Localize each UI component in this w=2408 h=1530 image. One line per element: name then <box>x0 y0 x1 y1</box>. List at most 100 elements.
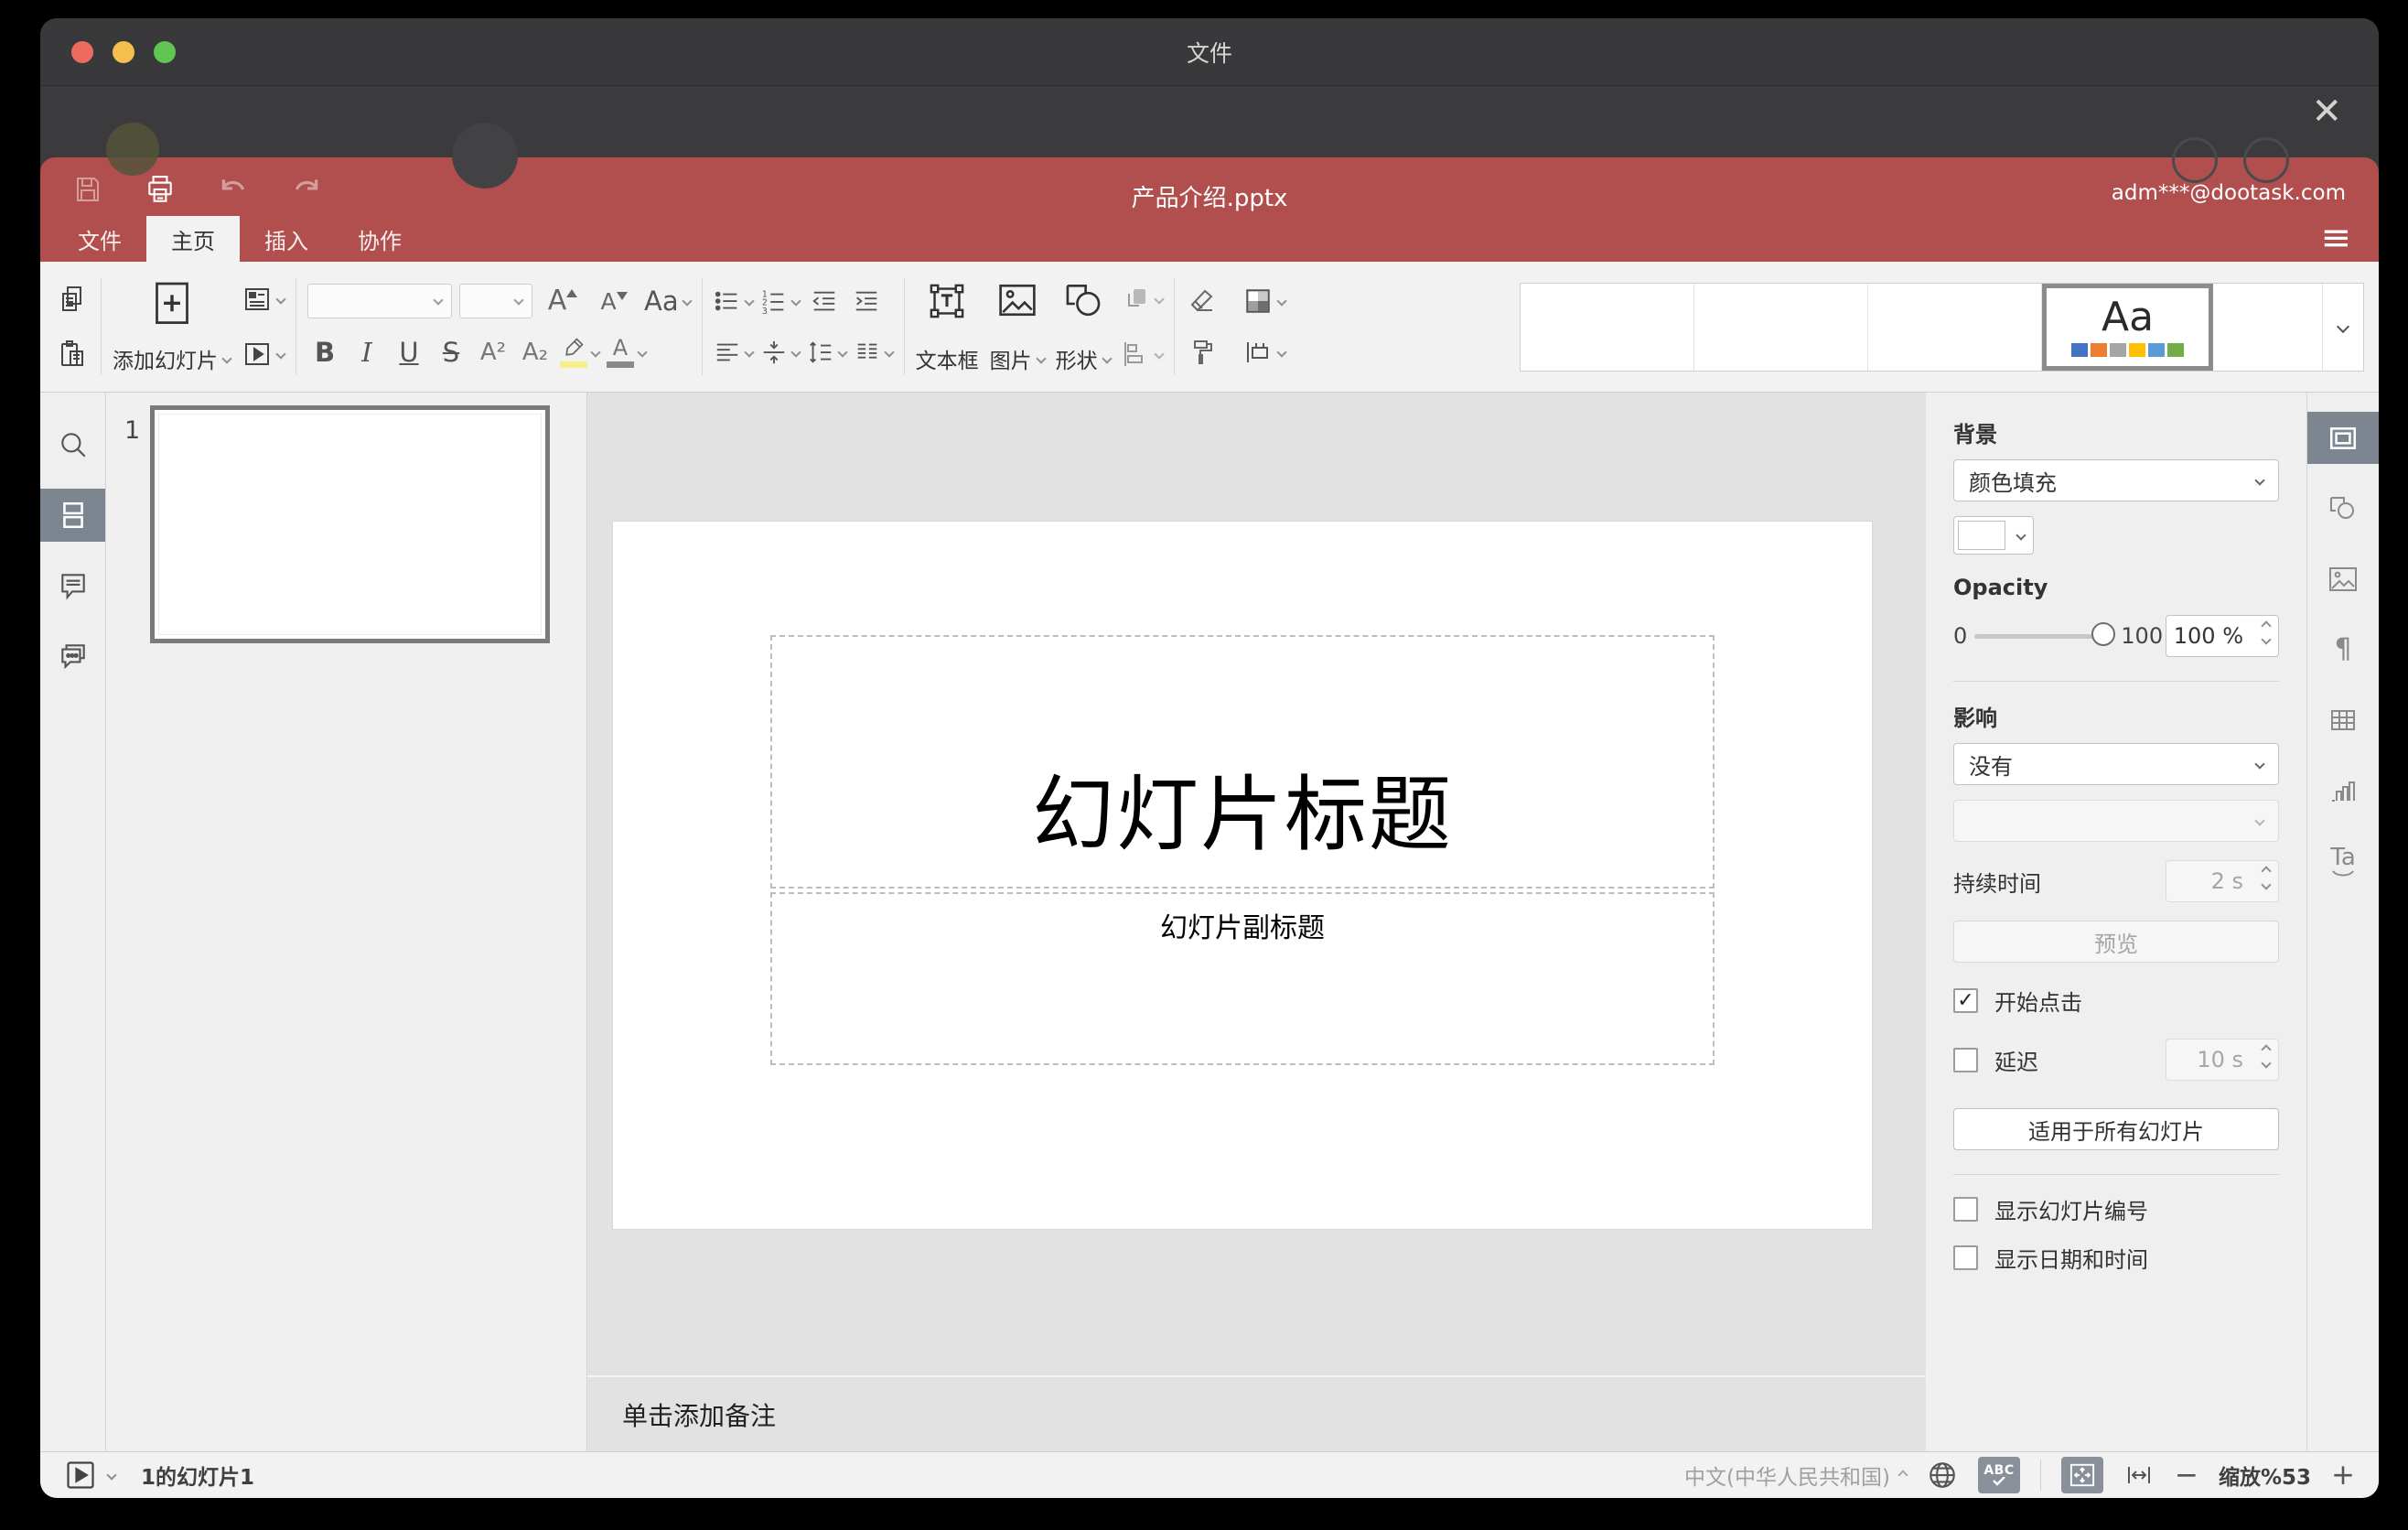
start-slideshow-button[interactable] <box>242 334 286 374</box>
search-button[interactable] <box>40 418 105 471</box>
minimize-window-light[interactable] <box>113 40 134 63</box>
shade-fill-button[interactable] <box>1242 281 1287 321</box>
bold-button[interactable]: B <box>307 332 342 372</box>
vertical-align-button[interactable] <box>760 332 801 372</box>
theme-option[interactable] <box>2213 283 2323 371</box>
increase-indent-button[interactable] <box>849 281 884 321</box>
textart-settings-tab[interactable]: Ta <box>2307 835 2379 887</box>
editor-header: 产品介绍.pptx adm***@dootask.com 文件 主页 插入 协作… <box>40 157 2379 262</box>
bullets-button[interactable] <box>714 281 755 321</box>
close-dialog-button[interactable]: ✕ <box>2311 93 2342 130</box>
highlight-color-button[interactable] <box>560 332 601 372</box>
clear-style-button[interactable] <box>1186 281 1220 321</box>
zoom-in-button[interactable]: + <box>2331 1460 2355 1490</box>
paste-button[interactable] <box>55 334 90 374</box>
slide[interactable]: 幻灯片标题 幻灯片副标题 <box>613 522 1872 1229</box>
background-color-picker[interactable] <box>1953 516 2034 555</box>
slides-panel-button[interactable] <box>40 489 105 542</box>
decrease-indent-button[interactable] <box>807 281 842 321</box>
strikethrough-button[interactable]: S <box>434 332 468 372</box>
zoom-out-button[interactable]: − <box>2175 1460 2198 1490</box>
fit-to-width-button[interactable] <box>2123 1460 2155 1490</box>
opacity-slider-thumb[interactable] <box>2091 621 2116 646</box>
tab-home[interactable]: 主页 <box>146 216 240 262</box>
decrease-font-button[interactable]: A <box>591 281 628 321</box>
fit-to-slide-button[interactable] <box>2060 1457 2103 1493</box>
delay-checkbox[interactable] <box>1953 1047 1978 1072</box>
slideshow-options-chevron[interactable] <box>106 1470 117 1481</box>
title-placeholder[interactable]: 幻灯片标题 <box>770 635 1715 889</box>
notes-area[interactable]: 单击添加备注 <box>587 1375 1926 1451</box>
font-color-button[interactable]: A <box>607 332 648 372</box>
show-date-time-checkbox[interactable] <box>1953 1245 1978 1270</box>
subtitle-placeholder[interactable]: 幻灯片副标题 <box>770 892 1715 1065</box>
apply-to-all-slides-button[interactable]: 适用于所有幻灯片 <box>1953 1108 2279 1150</box>
slide-thumbnail[interactable] <box>150 405 550 643</box>
effect-type-select[interactable] <box>1953 800 2279 842</box>
insert-shape-button[interactable]: 形状 <box>1056 279 1113 374</box>
preview-button[interactable]: 预览 <box>1953 921 2279 963</box>
spellcheck-button[interactable]: ABC <box>1977 1457 2020 1493</box>
opacity-slider[interactable] <box>1974 621 2116 646</box>
effect-select[interactable]: 没有 <box>1953 743 2279 785</box>
table-settings-tab[interactable] <box>2307 694 2379 746</box>
opacity-spinner[interactable]: 100 % <box>2166 615 2279 657</box>
print-icon[interactable] <box>145 174 176 205</box>
align-shape-button[interactable] <box>1122 334 1165 374</box>
chart-settings-icon <box>2327 776 2359 805</box>
insert-textbox-button[interactable]: 文本框 <box>916 279 979 374</box>
redo-icon[interactable] <box>291 174 322 205</box>
show-slide-number-checkbox[interactable] <box>1953 1197 1978 1222</box>
duration-label: 持续时间 <box>1953 870 2041 897</box>
start-slideshow-status-button[interactable] <box>64 1459 97 1492</box>
italic-button[interactable]: I <box>349 332 384 372</box>
document-language-button[interactable] <box>1927 1460 1958 1491</box>
insert-image-button[interactable]: 图片 <box>990 279 1047 374</box>
comments-button[interactable] <box>40 559 105 612</box>
background-fill-select[interactable]: 颜色填充 <box>1953 459 2279 501</box>
theme-option-selected[interactable]: Aa <box>2042 283 2213 371</box>
arrange-group <box>1122 279 1165 374</box>
copy-button[interactable] <box>55 279 90 319</box>
columns-button[interactable] <box>854 332 895 372</box>
shape-settings-tab[interactable] <box>2307 482 2379 534</box>
subscript-button[interactable]: A₂ <box>518 332 553 372</box>
paragraph-settings-tab[interactable]: ¶ <box>2307 623 2379 675</box>
font-name-combo[interactable] <box>307 284 452 318</box>
slide-size-button[interactable] <box>1242 332 1287 372</box>
image-settings-tab[interactable] <box>2307 553 2379 605</box>
add-slide-button[interactable]: 添加幻灯片 <box>113 279 232 374</box>
save-icon[interactable] <box>73 175 102 204</box>
undo-icon[interactable] <box>218 174 249 205</box>
tab-insert[interactable]: 插入 <box>240 216 333 262</box>
delay-spinner[interactable]: 10 s <box>2166 1039 2279 1081</box>
tab-file[interactable]: 文件 <box>53 216 146 262</box>
chart-settings-tab[interactable] <box>2307 764 2379 816</box>
background-label: 背景 <box>1953 422 1997 447</box>
change-case-button[interactable]: Aa <box>644 281 693 321</box>
theme-option[interactable] <box>1694 283 1868 371</box>
zoom-window-light[interactable] <box>154 40 176 63</box>
numbering-button[interactable]: 123 <box>760 281 801 321</box>
font-size-combo[interactable] <box>459 284 532 318</box>
chat-button[interactable] <box>40 630 105 683</box>
select-tool-button[interactable] <box>1186 332 1220 372</box>
slide-settings-tab[interactable] <box>2307 412 2379 464</box>
superscript-button[interactable]: A² <box>476 332 511 372</box>
arrange-shape-button[interactable] <box>1122 279 1165 319</box>
language-selector[interactable]: 中文(中华人民共和国) <box>1684 1460 1908 1491</box>
line-spacing-button[interactable] <box>807 332 848 372</box>
tab-collaboration[interactable]: 协作 <box>333 216 426 262</box>
close-window-light[interactable] <box>71 40 93 63</box>
horizontal-align-button[interactable] <box>714 332 755 372</box>
hamburger-menu-icon[interactable]: ≡ <box>2320 220 2351 256</box>
theme-option[interactable] <box>1521 283 1694 371</box>
duration-spinner[interactable]: 2 s <box>2166 860 2279 902</box>
change-layout-button[interactable] <box>242 279 286 319</box>
start-on-click-checkbox[interactable]: ✓ <box>1953 988 1978 1013</box>
theme-gallery-expand-button[interactable] <box>2323 284 2363 371</box>
underline-button[interactable]: U <box>392 332 426 372</box>
theme-option[interactable] <box>1868 283 2042 371</box>
right-icon-strip: ¶ Ta <box>2307 393 2379 1451</box>
increase-font-button[interactable]: A <box>540 281 578 321</box>
